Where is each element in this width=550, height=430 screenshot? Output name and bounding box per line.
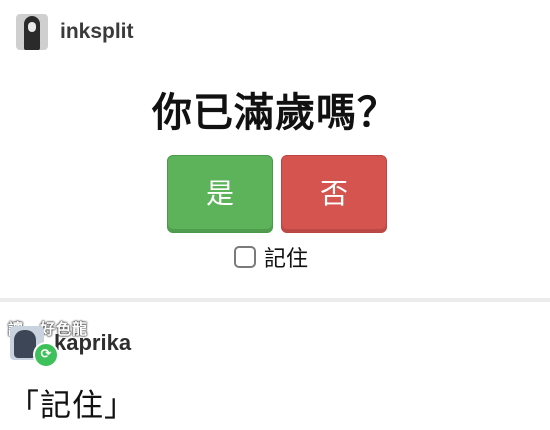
no-button[interactable]: 否 (281, 155, 387, 233)
remember-checkbox[interactable] (234, 246, 256, 268)
reply-text: 「記住」 (8, 388, 136, 424)
remember-option[interactable]: 記住 (234, 241, 308, 273)
username-kaprika[interactable]: kaprika (54, 330, 131, 356)
yes-button[interactable]: 是 (167, 155, 273, 233)
reblog-icon: ⟳ (33, 342, 59, 368)
username-inksplit[interactable]: inksplit (60, 20, 134, 44)
remember-label: 記住 (264, 247, 309, 272)
age-question: 你已滿歲嗎？ (152, 90, 398, 136)
reblog-header: kaprika (10, 326, 131, 360)
post-header: inksplit (16, 14, 134, 50)
reblog-post: 讓 好色龍 kaprika ⟳ 「記住」 (0, 302, 550, 430)
user-avatar-icon[interactable] (16, 14, 48, 50)
top-post: inksplit 你已滿歲嗎？ 是 否 記住 (0, 0, 550, 300)
